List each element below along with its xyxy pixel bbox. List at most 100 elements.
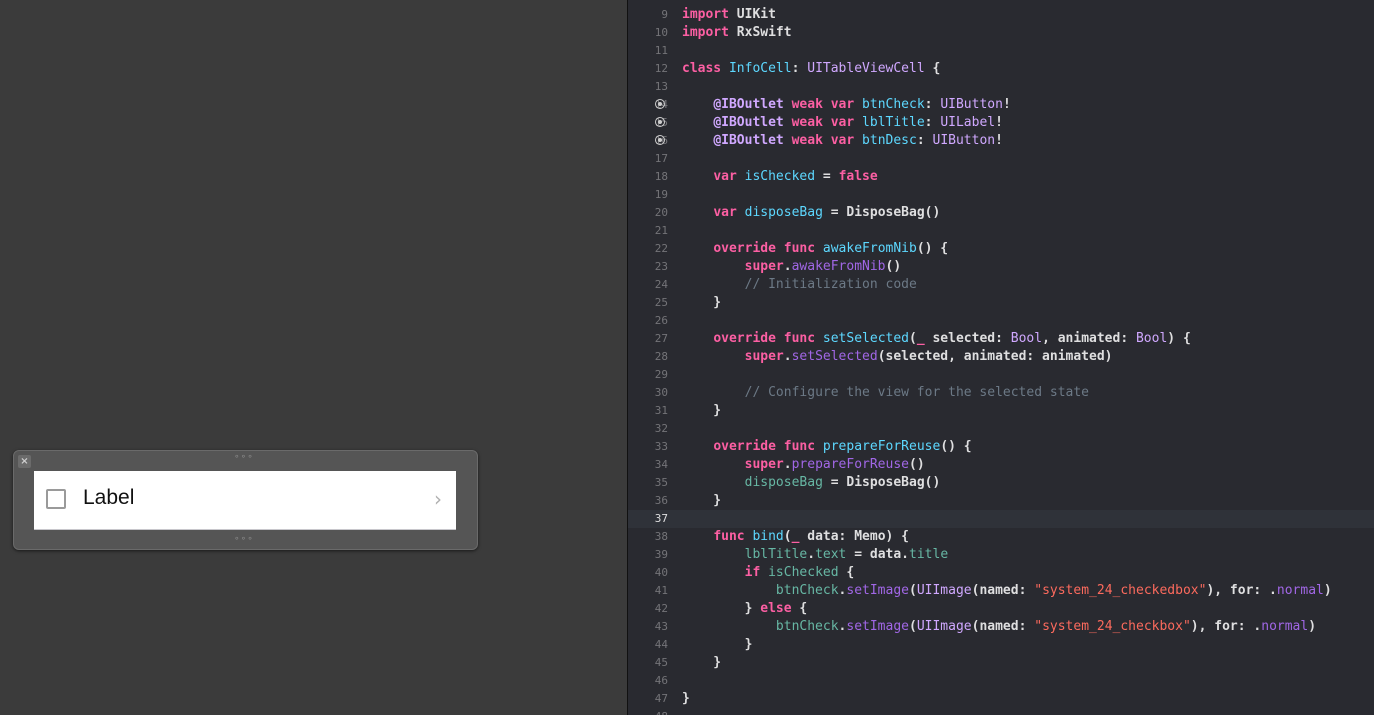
code-token: weak: [791, 115, 823, 130]
table-view-cell-frame[interactable]: × ∘∘∘ ∘∘∘ Label ›: [13, 450, 478, 550]
code-line[interactable]: 29: [628, 366, 1374, 384]
code-token: btnCheck: [775, 619, 839, 634]
code-token: ): [1308, 619, 1317, 634]
code-line[interactable]: 30 // Configure the view for the selecte…: [628, 384, 1374, 402]
code-line[interactable]: 41 btnCheck.setImage(UIImage(named: "sys…: [628, 582, 1374, 600]
code-line[interactable]: 42 } else {: [628, 600, 1374, 618]
code-line[interactable]: 25 }: [628, 294, 1374, 312]
code-token: (: [909, 619, 917, 634]
code-text: super.awakeFromNib(): [682, 258, 902, 276]
code-line[interactable]: 37: [628, 510, 1374, 528]
code-token: DisposeBag: [846, 475, 925, 490]
code-line[interactable]: 9 import UIKit: [628, 6, 1374, 24]
code-token: btnCheck: [775, 583, 839, 598]
interface-builder-canvas[interactable]: × ∘∘∘ ∘∘∘ Label ›: [0, 0, 627, 715]
code-line[interactable]: 21: [628, 222, 1374, 240]
code-line[interactable]: 35 disposeBag = DisposeBag(): [628, 474, 1374, 492]
code-token: }: [682, 691, 690, 706]
code-line[interactable]: 48: [628, 708, 1374, 715]
code-line[interactable]: 26: [628, 312, 1374, 330]
code-token: var: [830, 97, 855, 112]
code-token: =: [822, 475, 847, 490]
code-line[interactable]: 27 override func setSelected(_ selected:…: [628, 330, 1374, 348]
code-token: var: [830, 133, 855, 148]
code-line[interactable]: 20 var disposeBag = DisposeBag(): [628, 204, 1374, 222]
code-line[interactable]: 16 @IBOutlet weak var btnDesc: UIButton!: [628, 132, 1374, 150]
close-icon[interactable]: ×: [18, 455, 31, 468]
code-line[interactable]: 17: [628, 150, 1374, 168]
code-token: // Initialization code: [744, 277, 917, 292]
code-line[interactable]: 13: [628, 78, 1374, 96]
code-text: }: [682, 690, 690, 708]
line-number: 47: [654, 692, 668, 705]
code-line[interactable]: 14 @IBOutlet weak var btnCheck: UIButton…: [628, 96, 1374, 114]
code-line[interactable]: 15 @IBOutlet weak var lblTitle: UILabel!: [628, 114, 1374, 132]
code-line[interactable]: 44 }: [628, 636, 1374, 654]
code-token: Bool: [1135, 331, 1168, 346]
line-number: 31: [654, 404, 668, 417]
code-token: =: [815, 169, 839, 184]
cell-content-view[interactable]: Label ›: [34, 471, 456, 530]
code-line[interactable]: 47}: [628, 690, 1374, 708]
code-editor[interactable]: 89import UIKit10import RxSwift1112class …: [628, 0, 1374, 715]
code-line[interactable]: 28 super.setSelected(selected, animated:…: [628, 348, 1374, 366]
code-token: _: [916, 331, 925, 346]
code-line[interactable]: 12 class InfoCell: UITableViewCell {: [628, 60, 1374, 78]
line-number: 26: [654, 314, 668, 327]
code-token: isChecked: [768, 565, 839, 580]
line-number: 44: [654, 638, 668, 651]
code-token: prepareForReuse: [822, 439, 941, 454]
code-line[interactable]: 43 btnCheck.setImage(UIImage(named: "sys…: [628, 618, 1374, 636]
cell-label[interactable]: Label: [83, 486, 134, 510]
line-number: 33: [654, 440, 668, 453]
code-line[interactable]: 22 override func awakeFromNib() {: [628, 240, 1374, 258]
resize-handle-top-icon[interactable]: ∘∘∘: [234, 452, 254, 462]
code-text: } else {: [682, 600, 808, 618]
code-line[interactable]: 34 super.prepareForReuse(): [628, 456, 1374, 474]
checkbox-icon[interactable]: [46, 489, 66, 509]
outlet-connection-icon[interactable]: [655, 117, 665, 127]
code-token: Bool: [1010, 331, 1043, 346]
code-token: bind: [752, 529, 784, 544]
code-line[interactable]: 10 import RxSwift: [628, 24, 1374, 42]
code-token: .: [783, 457, 792, 472]
code-line[interactable]: 33 override func prepareForReuse() {: [628, 438, 1374, 456]
code-line[interactable]: 18 var isChecked = false: [628, 168, 1374, 186]
code-token: "system_24_checkbox": [1034, 619, 1191, 634]
code-line[interactable]: 38 func bind(_ data: Memo) {: [628, 528, 1374, 546]
code-line[interactable]: 36 }: [628, 492, 1374, 510]
code-line[interactable]: 24 // Initialization code: [628, 276, 1374, 294]
code-line[interactable]: 32: [628, 420, 1374, 438]
code-text: @IBOutlet weak var btnCheck: UIButton!: [682, 96, 1010, 114]
code-line[interactable]: 45 }: [628, 654, 1374, 672]
code-token: isChecked: [744, 169, 816, 184]
code-line[interactable]: 40 if isChecked {: [628, 564, 1374, 582]
code-line[interactable]: 39 lblTitle.text = data.title: [628, 546, 1374, 564]
code-token: () {: [916, 241, 949, 256]
outlet-connection-icon[interactable]: [655, 135, 665, 145]
code-text: super.prepareForReuse(): [682, 456, 925, 474]
code-line[interactable]: 31 }: [628, 402, 1374, 420]
code-line[interactable]: 11: [628, 42, 1374, 60]
resize-handle-bottom-icon[interactable]: ∘∘∘: [234, 534, 254, 544]
code-token: }: [682, 655, 722, 670]
code-token: import: [682, 25, 729, 40]
code-text: override func awakeFromNib() {: [682, 240, 948, 258]
code-token: ) {: [885, 529, 910, 544]
outlet-connection-icon[interactable]: [655, 99, 665, 109]
code-text: btnCheck.setImage(UIImage(named: "system…: [682, 618, 1316, 636]
line-number: 42: [654, 602, 668, 615]
code-line[interactable]: 46: [628, 672, 1374, 690]
code-token: UIButton: [932, 133, 996, 148]
code-line[interactable]: 23 super.awakeFromNib(): [628, 258, 1374, 276]
code-token: weak: [791, 97, 823, 112]
code-line[interactable]: 19: [628, 186, 1374, 204]
